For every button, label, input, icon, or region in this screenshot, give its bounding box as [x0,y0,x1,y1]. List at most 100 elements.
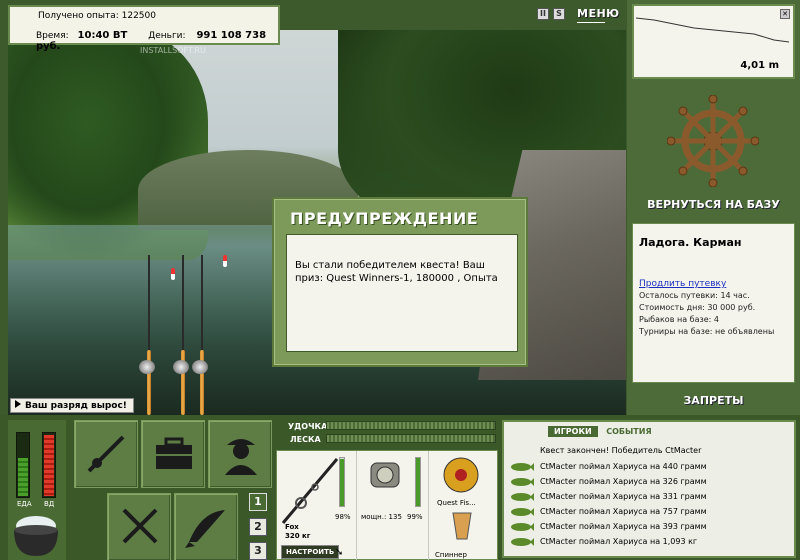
fish-cage-button[interactable] [174,493,238,560]
rank-up-badge: Ваш разряд вырос! [10,398,134,413]
fishing-rod-icon [87,435,125,473]
tackle-box-icon [156,437,192,469]
menu-underline [577,22,605,23]
event-text: CtMacter поймал Хариуса на 331 грамм [540,492,707,501]
line-lure-slot[interactable]: Quest Fis... Спиннер [429,451,499,560]
bottom-panel: ЕДА ВД 1 2 3 УДОЧКА ЛЕСКА 98% Fox 320 кг… [0,415,800,560]
grayling-icon [511,463,534,471]
line-name: Quest Fis... [437,499,476,507]
slot-3-button[interactable]: 3 [249,542,267,560]
rod-percent: 98% [335,513,351,521]
depth-value: 4,01 m [740,60,779,71]
drink-label: ВД [44,500,55,508]
return-to-base-button[interactable]: ВЕРНУТЬСЯ НА БАЗУ [627,198,800,211]
tab-players[interactable]: ИГРОКИ [548,426,598,437]
line-tension-bar [326,434,496,443]
player-info-panel: Получено опыта: 122500 Время: 10:40 ВТ Д… [8,5,280,52]
event-row: CtMacter поймал Хариуса на 326 грамм [510,475,790,490]
event-row: CtMacter поймал Хариуса на 440 грамм [510,460,790,475]
fork-knife-icon [122,508,158,544]
event-text: CtMacter поймал Хариуса на 393 грамм [540,522,707,531]
event-row: CtMacter поймал Хариуса на 393 грамм [510,520,790,535]
bans-button[interactable]: ЗАПРЕТЫ [627,394,800,407]
rod-2-tip [182,255,184,355]
fish-icon [185,510,225,548]
rod-condition-fill [340,458,344,506]
reel-slot[interactable]: мощн.: 135 99% [357,451,429,560]
dialog-message: Вы стали победителем квеста! Ваш приз: Q… [295,260,498,284]
event-row: CtMacter поймал Хариуса на 331 грамм [510,490,790,505]
character-button[interactable] [208,420,272,488]
grayling-icon [511,508,534,516]
money-label: Деньги: [148,31,186,41]
grayling-icon [511,523,534,531]
dialog-title: ПРЕДУПРЕЖДЕНИЕ [290,209,479,228]
rank-up-text: Ваш разряд вырос! [25,401,127,411]
rod-weight: 320 кг [285,532,311,540]
location-info: Ладога. Карман Продлить путевку Осталось… [632,223,795,383]
line-label: ЛЕСКА [290,435,321,444]
event-row: CtMacter поймал Хариуса на 757 грамм [510,505,790,520]
extend-permit-link[interactable]: Продлить путевку [639,279,726,289]
events-header: Квест закончен! Победитель CtMacter [540,446,702,455]
rods-button[interactable] [74,420,138,488]
rod-image-icon [281,458,339,524]
food-bar [16,432,30,498]
events-tabs: ИГРОКИ СОБЫТИЯ [548,426,658,437]
tournaments-status: Турниры на базе: не объявлены [639,327,775,336]
day-cost: Стоимость дня: 30 000 руб. [639,303,756,312]
rod-tension-bar [326,421,496,430]
sound-button[interactable]: S [553,8,565,20]
grayling-icon [511,538,534,546]
reel-condition-bar [415,457,421,507]
anglers-count: Рыбаков на базе: 4 [639,315,719,324]
float-1 [171,268,175,280]
food-bar-fill [18,457,28,496]
rod-label: УДОЧКА [288,422,328,431]
rod-1-reel [139,360,155,374]
tab-events[interactable]: СОБЫТИЯ [600,426,657,437]
permit-remaining: Осталось путевки: 14 час. [639,291,750,300]
pause-button[interactable]: II [537,8,549,20]
warning-dialog[interactable]: ПРЕДУПРЕЖДЕНИЕ Вы стали победителем квес… [272,197,528,367]
adjust-button[interactable]: НАСТРОИТЬ [281,545,340,559]
arrow-down-right-icon: ➘ [335,547,344,558]
watermark: INSTALLSOFT.RU [140,46,206,55]
event-row: CtMacter поймал Хариуса на 1,093 кг [510,535,790,550]
arrow-right-icon [15,400,21,408]
events-panel: ИГРОКИ СОБЫТИЯ Квест закончен! Победител… [502,420,796,558]
fisherman-icon [225,439,257,475]
depth-graph: ✕ 4,01 m [632,4,795,79]
reel-icon [370,462,400,488]
tackle-box-button[interactable] [141,420,205,488]
event-text: CtMacter поймал Хариуса на 440 грамм [540,462,707,471]
line-spool-icon [443,457,479,493]
event-text: CtMacter поймал Хариуса на 326 грамм [540,477,707,486]
location-title: Ладога. Карман [639,236,742,249]
rod-slot[interactable]: 98% Fox 320 кг НАСТРОИТЬ ➘ [277,451,357,560]
pot-icon[interactable] [10,512,62,560]
menu-button[interactable]: МЕНЮ [577,7,620,23]
depth-close-button[interactable]: ✕ [780,9,790,19]
drink-bar-fill [44,435,54,496]
float-3 [223,255,227,267]
slot-2-button[interactable]: 2 [249,518,267,536]
tackle-panel: 98% Fox 320 кг НАСТРОИТЬ ➘ мощн.: 135 99… [276,450,498,560]
rod-name: Fox [285,523,299,531]
grayling-icon [511,478,534,486]
rod-2-reel [173,360,189,374]
reel-percent: 99% [407,513,423,521]
reel-power: мощн.: 135 [361,513,402,521]
rod-condition-bar [339,457,345,507]
dialog-message-box: Вы стали победителем квеста! Ваш приз: Q… [286,234,518,352]
experience-value: 122500 [121,11,156,21]
lure-name: Спиннер [435,551,467,559]
right-panel: ✕ 4,01 m ВЕРНУТЬСЯ НА БАЗУ Ладога. Карма… [627,0,800,415]
time-value: 10:40 ВТ [77,30,128,41]
slot-1-button[interactable]: 1 [249,493,267,511]
ship-wheel-icon[interactable] [667,95,759,187]
event-text: CtMacter поймал Хариуса на 757 грамм [540,507,707,516]
rod-3-reel [192,360,208,374]
event-text: CtMacter поймал Хариуса на 1,093 кг [540,537,698,546]
food-button[interactable] [107,493,171,560]
